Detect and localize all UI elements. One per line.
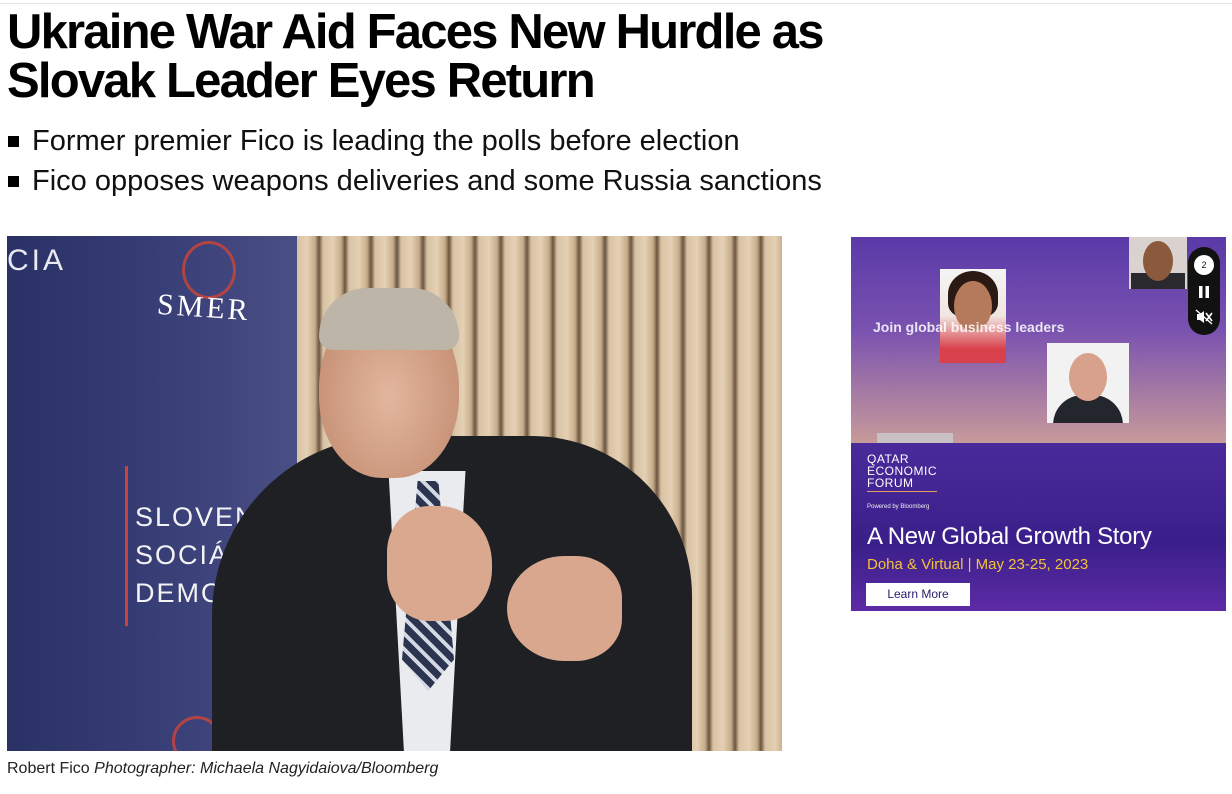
ad-tagline: A New Global Growth Story — [867, 523, 1152, 550]
person-hand — [387, 506, 492, 621]
summary-bullets: Former premier Fico is leading the polls… — [7, 122, 822, 202]
logo-underline — [867, 491, 937, 492]
article-main-photo[interactable]: CIA SMER SLOVEN SOCIÁL DEMOK — [7, 236, 782, 751]
logo-line: FORUM — [867, 476, 914, 490]
photo-caption: Robert Fico Photographer: Michaela Nagyi… — [7, 760, 438, 778]
ad-event-dates: Doha & Virtual | May 23-25, 2023 — [867, 556, 1089, 573]
person-hair — [319, 288, 459, 350]
speaker-photo — [877, 433, 953, 443]
speaker-photo — [1047, 343, 1129, 423]
ad-image-area: Join global business leaders — [851, 237, 1226, 443]
speaker-photo — [1129, 237, 1187, 289]
person-hand — [507, 556, 622, 661]
speaker-photo — [940, 269, 1006, 363]
speaker-face — [1143, 241, 1173, 281]
advertisement[interactable]: Join global business leaders QATAR ECONO… — [851, 237, 1226, 611]
ad-media-controls: 2 — [1188, 247, 1220, 335]
learn-more-button[interactable]: Learn More — [866, 583, 970, 606]
slide-counter: 2 — [1194, 255, 1214, 275]
summary-bullet-text: Fico opposes weapons deliveries and some… — [32, 165, 822, 197]
mute-icon[interactable] — [1195, 309, 1213, 325]
headline-line-2: Slovak Leader Eyes Return — [7, 54, 596, 108]
summary-bullet-text: Former premier Fico is leading the polls… — [32, 125, 740, 157]
backdrop-sign-cia: CIA — [7, 244, 67, 277]
caption-subject: Robert Fico — [7, 760, 90, 777]
headline-line-1: Ukraine War Aid Faces New Hurdle as — [7, 5, 824, 59]
pause-icon[interactable] — [1196, 285, 1212, 299]
summary-bullet: Fico opposes weapons deliveries and some… — [7, 162, 822, 202]
top-divider — [0, 3, 1232, 4]
summary-bullet: Former premier Fico is leading the polls… — [7, 122, 822, 162]
bullet-square-icon — [8, 136, 19, 147]
bullet-square-icon — [8, 176, 19, 187]
caption-credit: Photographer: Michaela Nagyidaiova/Bloom… — [94, 760, 439, 777]
qatar-economic-forum-logo: QATAR ECONOMIC FORUM — [867, 453, 937, 494]
powered-by-label: Powered by Bloomberg — [867, 504, 930, 510]
backdrop-sign-smer: SMER — [155, 287, 252, 328]
backdrop-red-line — [125, 466, 128, 626]
ad-overlay-text: Join global business leaders — [873, 319, 1065, 335]
article-headline: Ukraine War Aid Faces New Hurdle as Slov… — [7, 8, 1007, 106]
speaker-face — [1069, 353, 1107, 401]
